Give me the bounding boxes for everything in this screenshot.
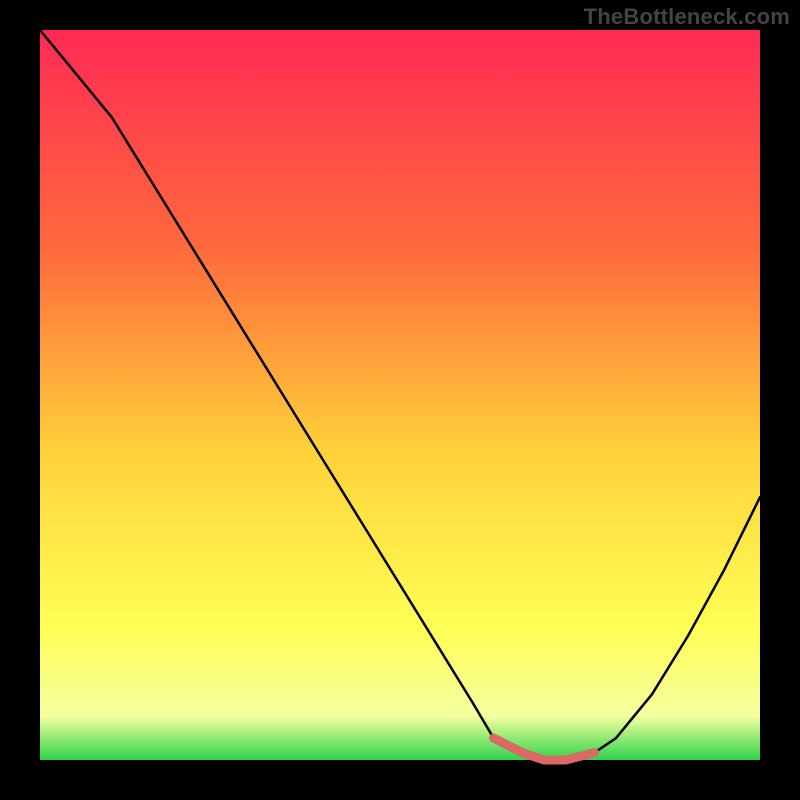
chart-svg (0, 0, 800, 800)
plot-background (40, 30, 760, 760)
chart-frame: { "watermark": "TheBottleneck.com", "col… (0, 0, 800, 800)
watermark-text: TheBottleneck.com (584, 4, 790, 30)
